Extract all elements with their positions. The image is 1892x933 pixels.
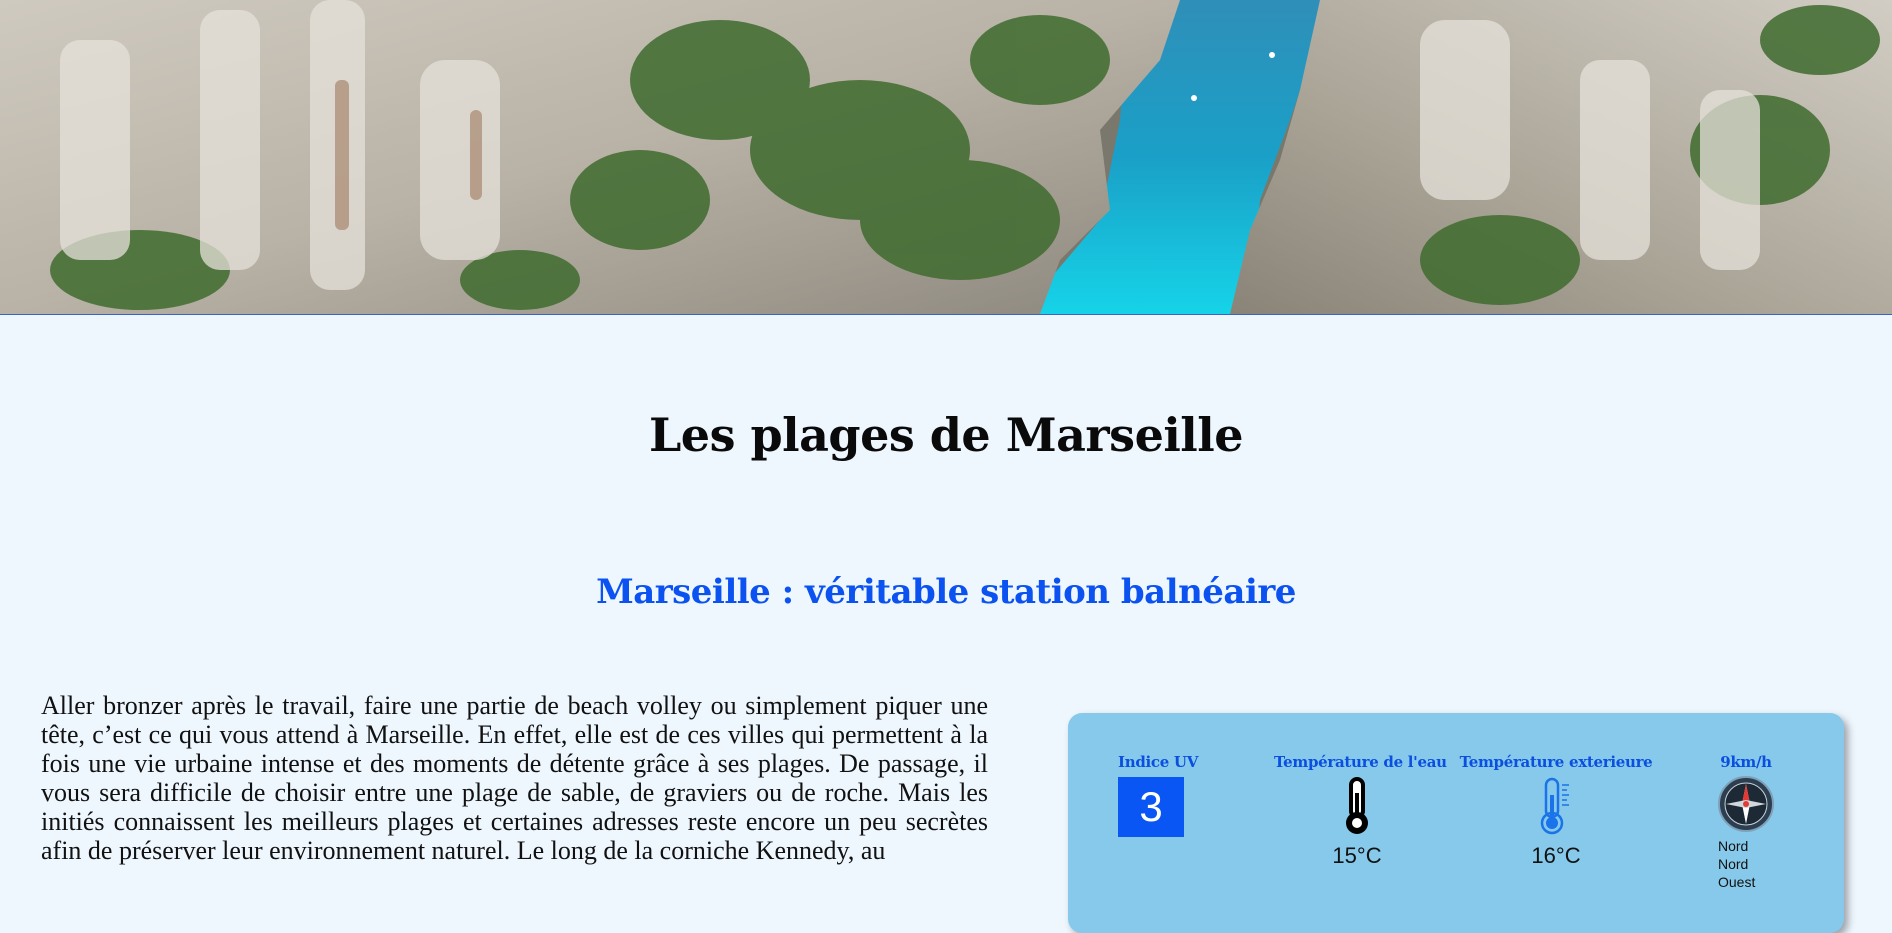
uv-index-widget: Indice UV 3: [1118, 753, 1199, 837]
weather-card: Indice UV 3 Température de l'eau 15°C Te…: [1068, 713, 1844, 933]
wind-direction-line-2: Nord: [1718, 856, 1749, 872]
compass-icon: [1716, 775, 1776, 837]
air-temperature-label: Température exterieure: [1459, 753, 1653, 771]
wind-direction-line-3: Ouest: [1718, 874, 1756, 890]
air-temperature-value: 16°C: [1531, 843, 1581, 868]
uv-index-value: 3: [1118, 777, 1184, 837]
water-temperature-label: Température de l'eau: [1274, 753, 1447, 771]
page-title: Les plages de Marseille: [648, 408, 1244, 462]
thermometer-icon: [1274, 777, 1440, 841]
hero-banner: [0, 0, 1892, 315]
air-temperature-widget: Température exterieure 16°C: [1458, 753, 1654, 869]
calanque-landscape-photo: [0, 0, 1892, 314]
uv-index-label: Indice UV: [1118, 753, 1199, 771]
section-title: Marseille : véritable station balnéaire: [596, 572, 1296, 612]
wind-direction-line-1: Nord: [1718, 838, 1749, 854]
wind-speed-label: 9km/h: [1720, 753, 1772, 771]
thermometer-icon: [1458, 777, 1654, 841]
wind-widget: 9km/h Nord Nord Ouest: [1716, 753, 1776, 891]
water-temperature-widget: Température de l'eau 15°C: [1274, 753, 1447, 869]
intro-paragraph: Aller bronzer après le travail, faire un…: [41, 691, 988, 865]
wind-direction: Nord Nord Ouest: [1718, 837, 1776, 891]
water-temperature-value: 15°C: [1332, 843, 1382, 868]
